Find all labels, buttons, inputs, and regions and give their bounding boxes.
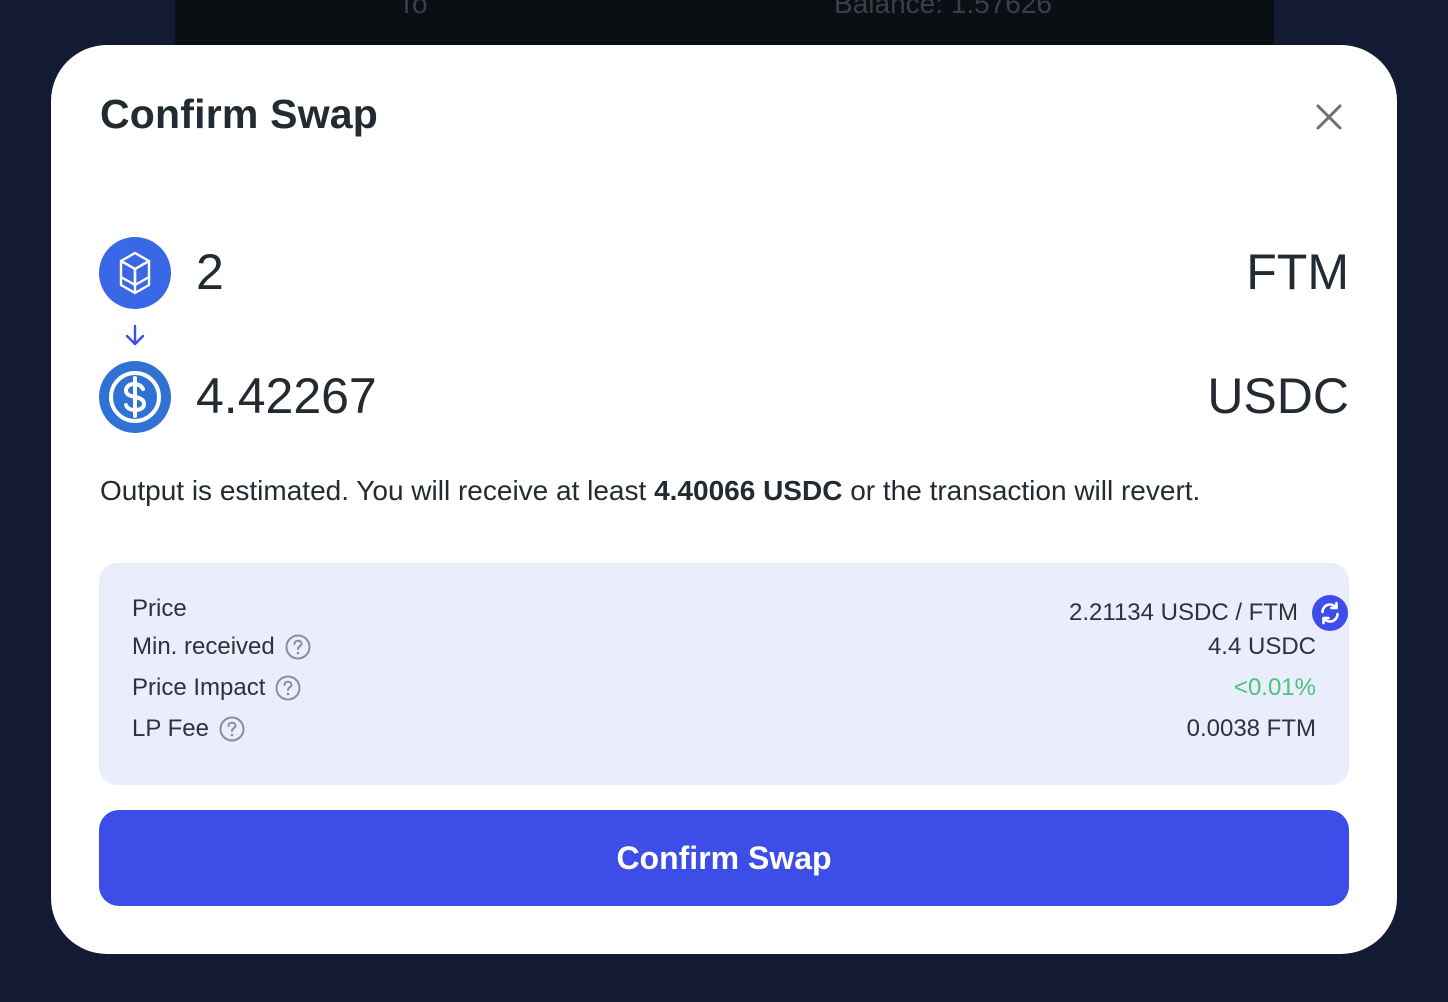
price-impact-row: Price Impact <0.01% — [132, 672, 1316, 706]
min-received-value: 4.4 USDC — [1207, 633, 1316, 660]
lp-fee-row: LP Fee 0.0038 FTM — [132, 713, 1316, 747]
close-icon[interactable] — [1313, 101, 1345, 133]
price-impact-label: Price Impact — [132, 674, 266, 701]
estimate-note: Output is estimated. You will receive at… — [100, 475, 1200, 507]
price-label: Price — [132, 595, 187, 622]
background-balance: Balance: 1.57626 — [834, 0, 1052, 19]
from-symbol: FTM — [1246, 244, 1349, 300]
lp-fee-value: 0.0038 FTM — [1186, 715, 1316, 742]
arrow-down-icon — [123, 323, 147, 347]
from-token-row: 2 FTM — [99, 237, 1349, 309]
min-received-label-group: Min. received — [132, 633, 311, 661]
swap-details-panel: Price 2.21134 USDC / FTM Min. received 4… — [99, 563, 1349, 785]
lp-fee-label-group: LP Fee — [132, 715, 245, 743]
min-received-row: Min. received 4.4 USDC — [132, 631, 1316, 665]
price-impact-label-group: Price Impact — [132, 674, 301, 702]
to-symbol: USDC — [1207, 368, 1349, 424]
to-token-row: 4.42267 USDC — [99, 361, 1349, 433]
to-amount: 4.42267 — [196, 368, 377, 424]
help-icon[interactable] — [275, 675, 301, 701]
background-to-label: To — [398, 0, 428, 19]
min-received-label: Min. received — [132, 633, 275, 660]
price-row: Price 2.21134 USDC / FTM — [132, 593, 1348, 631]
usdc-token-icon — [99, 361, 171, 433]
note-min-amount: 4.40066 USDC — [654, 475, 843, 506]
help-icon[interactable] — [219, 716, 245, 742]
confirm-swap-modal: Confirm Swap 2 FTM 4.42267 USDC Output i… — [51, 45, 1397, 954]
price-impact-value: <0.01% — [1233, 674, 1316, 701]
price-value-group: 2.21134 USDC / FTM — [1069, 595, 1348, 631]
fantom-token-icon — [99, 237, 171, 309]
modal-title: Confirm Swap — [100, 91, 379, 137]
price-value: 2.21134 USDC / FTM — [1069, 599, 1298, 626]
invert-price-icon[interactable] — [1312, 595, 1348, 631]
note-suffix: or the transaction will revert. — [842, 475, 1201, 506]
lp-fee-label: LP Fee — [132, 715, 209, 742]
from-amount: 2 — [196, 244, 224, 300]
help-icon[interactable] — [285, 634, 311, 660]
confirm-swap-button[interactable]: Confirm Swap — [99, 810, 1349, 906]
note-prefix: Output is estimated. You will receive at… — [100, 475, 655, 506]
